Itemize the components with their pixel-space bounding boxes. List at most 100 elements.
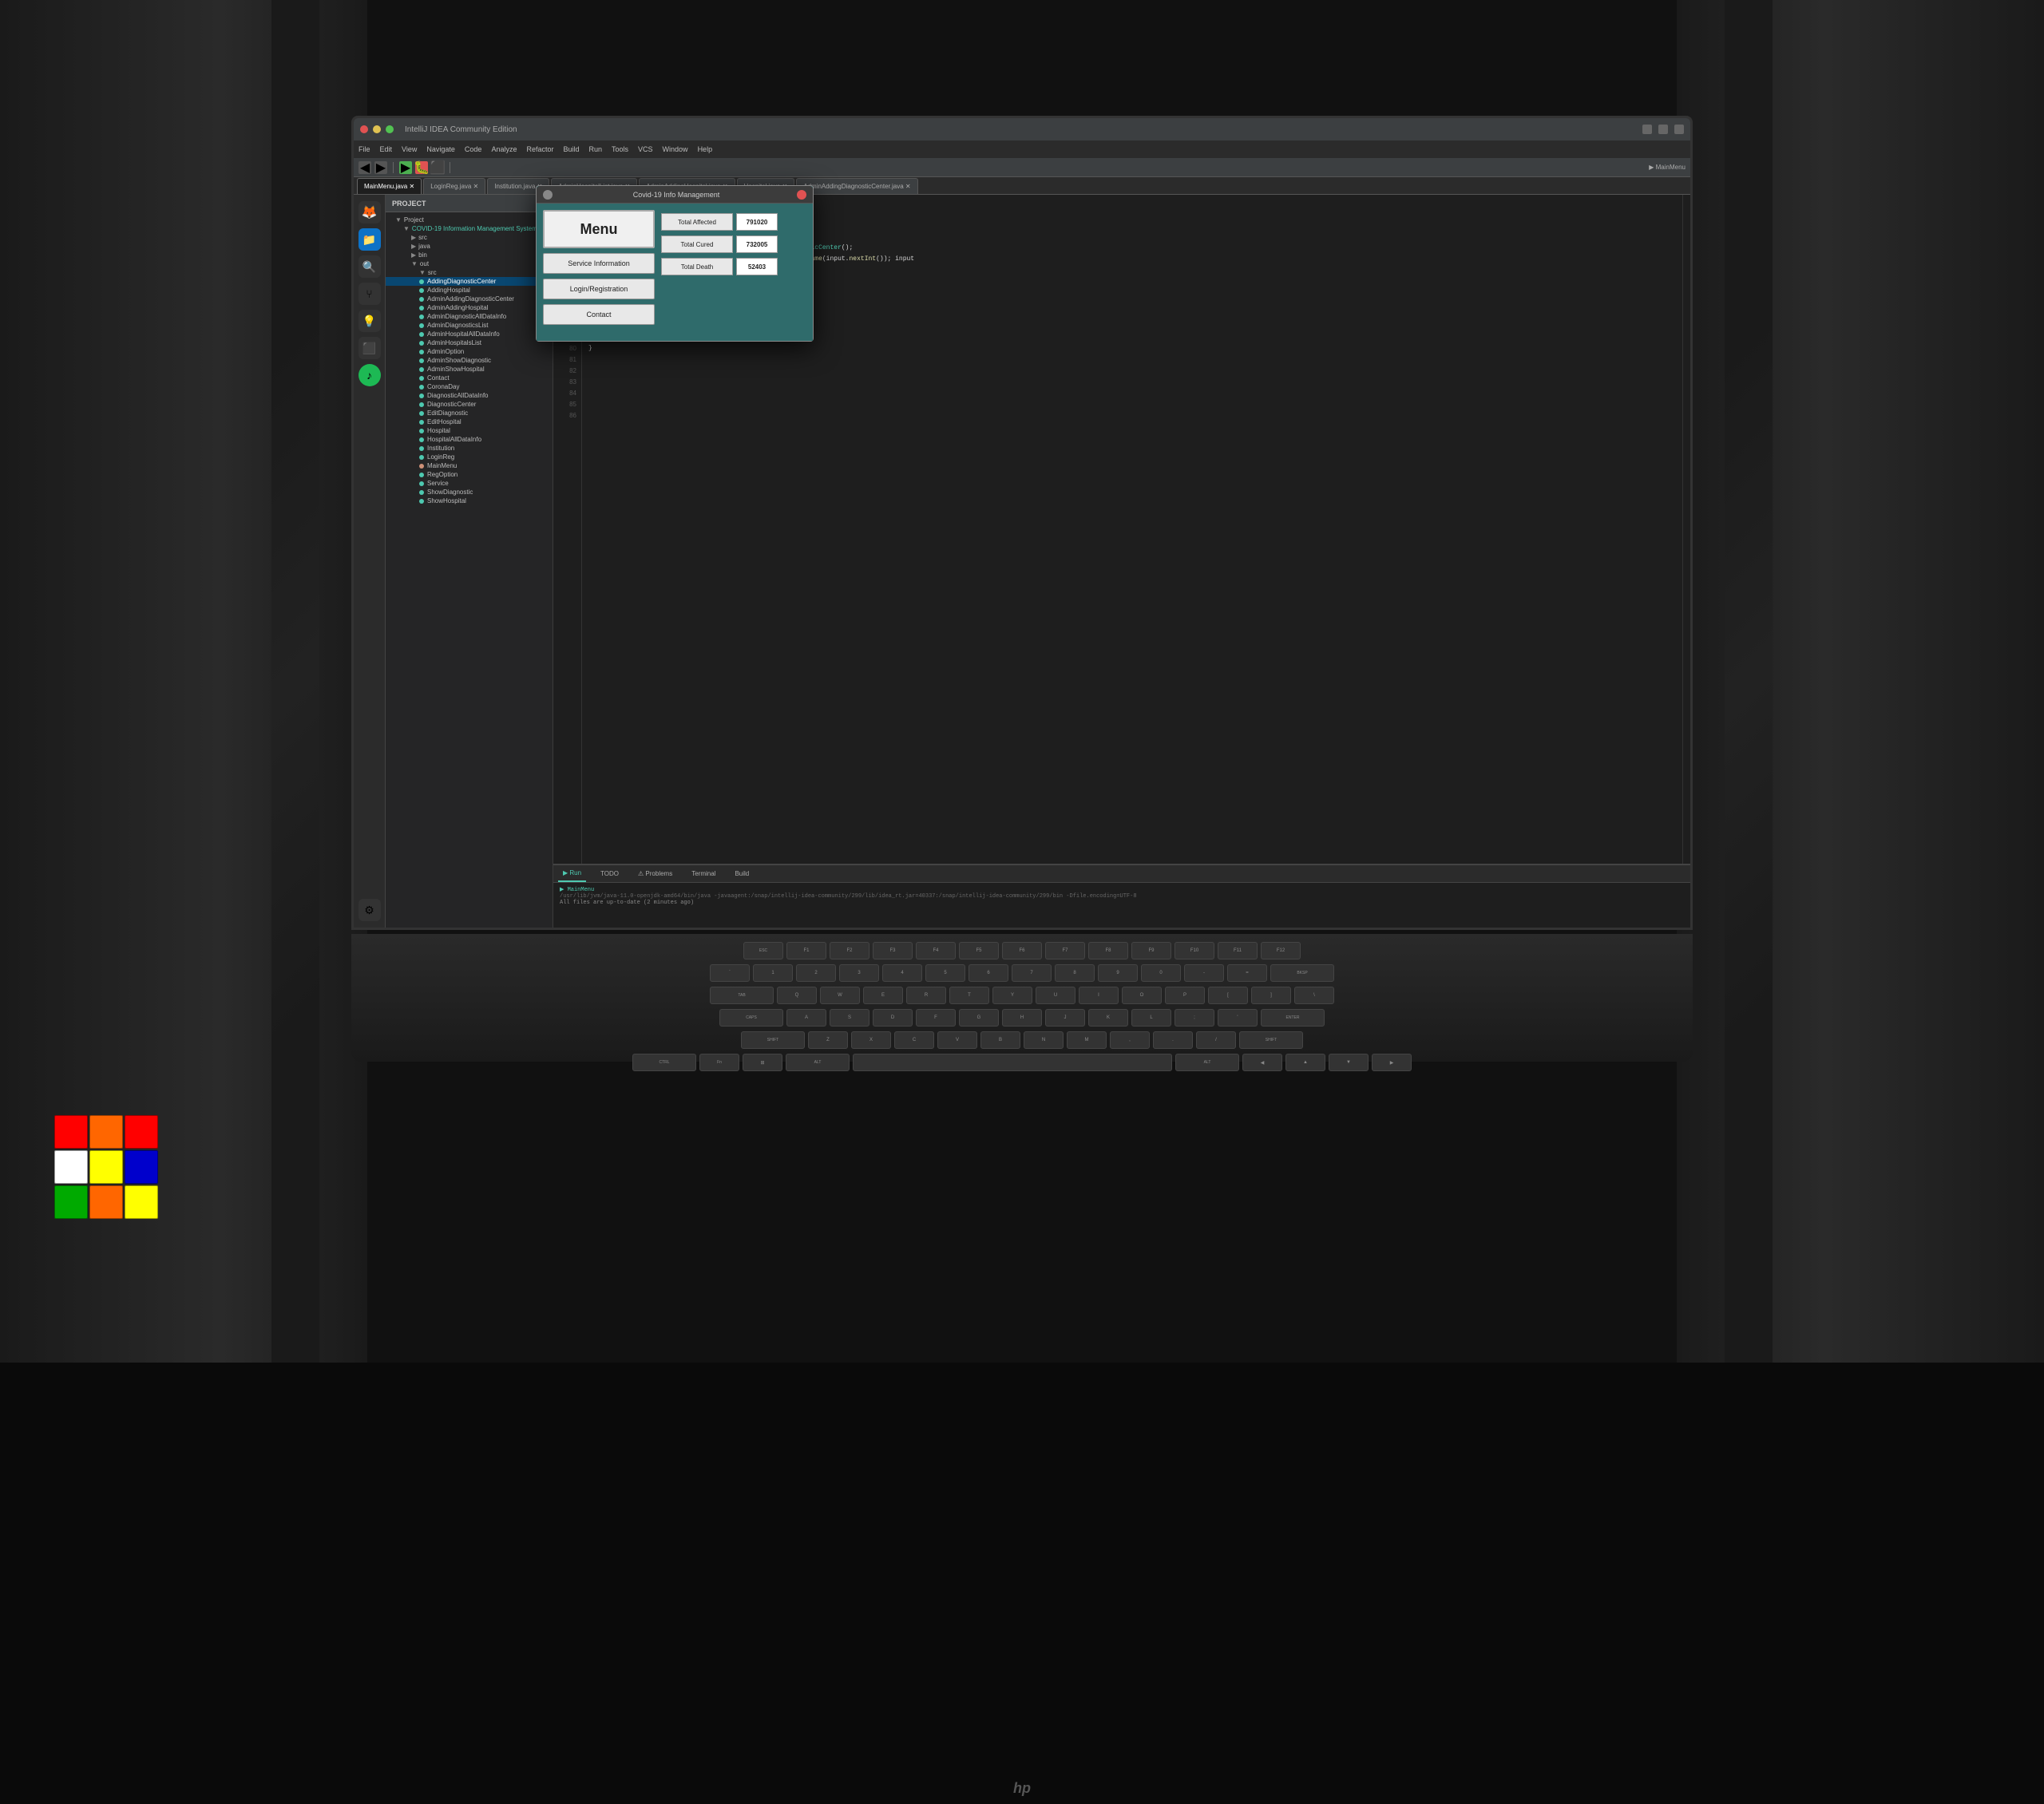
app-close-btn[interactable] [797,190,806,200]
key-w[interactable]: W [820,987,860,1004]
tree-regoption[interactable]: RegOption [386,470,553,479]
key-2[interactable]: 2 [796,964,836,982]
tree-out[interactable]: ▼out [386,259,553,268]
menu-refactor[interactable]: Refactor [526,145,553,153]
tree-hospital[interactable]: Hospital [386,426,553,435]
tree-contact[interactable]: Contact [386,374,553,382]
key-6[interactable]: 6 [969,964,1008,982]
contact-button[interactable]: Contact [543,304,655,325]
tree-out-src[interactable]: ▼src [386,268,553,277]
tree-showdiag[interactable]: ShowDiagnostic [386,488,553,496]
toolbar-run[interactable]: ▶ [399,161,412,174]
key-backtick[interactable]: ` [710,964,750,982]
key-z[interactable]: Z [808,1031,848,1049]
tree-admindiaglist[interactable]: AdminDiagnosticsList [386,321,553,330]
tab-mainmenu[interactable]: MainMenu.java ✕ [357,178,422,194]
key-left[interactable]: ◀ [1242,1054,1282,1071]
tab-loginreg[interactable]: LoginReg.java ✕ [423,178,485,194]
editor-scrollbar[interactable] [1682,195,1690,864]
activity-intellij[interactable]: 💡 [358,310,381,332]
tree-adminshowdiag[interactable]: AdminShowDiagnostic [386,356,553,365]
key-d[interactable]: D [873,1009,913,1027]
tree-editdiag[interactable]: EditDiagnostic [386,409,553,417]
key-backslash[interactable]: \ [1294,987,1334,1004]
activity-terminal[interactable]: ⬛ [358,337,381,359]
tree-diagcenter[interactable]: DiagnosticCenter [386,400,553,409]
key-fn[interactable]: Fn [699,1054,739,1071]
tree-adminhosplist[interactable]: AdminHospitalsList [386,338,553,347]
tab-adminaddingdiag[interactable]: AdminAddingDiagnosticCenter.java ✕ [796,178,917,194]
key-f9[interactable]: F9 [1131,942,1171,959]
project-selector[interactable]: ▶ MainMenu [1649,164,1686,171]
key-a[interactable]: A [786,1009,826,1027]
tree-adminshowhospital[interactable]: AdminShowHospital [386,365,553,374]
key-ctrl[interactable]: CTRL [632,1054,696,1071]
key-h[interactable]: H [1002,1009,1042,1027]
key-f7[interactable]: F7 [1045,942,1085,959]
app-minimize-btn[interactable] [543,190,553,200]
menu-build[interactable]: Build [563,145,579,153]
activity-project[interactable]: 📁 [358,228,381,251]
key-g[interactable]: G [959,1009,999,1027]
key-0[interactable]: 0 [1141,964,1181,982]
key-backspace[interactable]: BKSP [1270,964,1334,982]
close-dot[interactable] [360,125,368,133]
menu-run[interactable]: Run [589,145,603,153]
toolbar-stop[interactable]: ⬛ [431,161,444,174]
tree-service[interactable]: Service [386,479,553,488]
key-f11[interactable]: F11 [1218,942,1258,959]
key-right[interactable]: ▶ [1372,1054,1412,1071]
key-f1[interactable]: F1 [786,942,826,959]
tree-mainmenu[interactable]: MainMenu [386,461,553,470]
key-v[interactable]: V [937,1031,977,1049]
key-comma[interactable]: , [1110,1031,1150,1049]
key-x[interactable]: X [851,1031,891,1049]
menu-vcs[interactable]: VCS [638,145,653,153]
key-caps[interactable]: CAPS [719,1009,783,1027]
key-esc[interactable]: ESC [743,942,783,959]
key-rbracket[interactable]: ] [1251,987,1291,1004]
key-s[interactable]: S [830,1009,869,1027]
activity-spotify[interactable]: ♪ [358,364,381,386]
key-f8[interactable]: F8 [1088,942,1128,959]
key-q[interactable]: Q [777,987,817,1004]
key-alt[interactable]: ALT [786,1054,850,1071]
tree-diagdata[interactable]: DiagnosticAllDataInfo [386,391,553,400]
menu-view[interactable]: View [402,145,417,153]
key-u[interactable]: U [1036,987,1075,1004]
tree-admindiagdata[interactable]: AdminDiagnosticAllDataInfo [386,312,553,321]
tree-adminaddingdiag[interactable]: AdminAddingDiagnosticCenter [386,295,553,303]
tree-institution[interactable]: Institution [386,444,553,453]
menu-tools[interactable]: Tools [612,145,628,153]
tree-loginreg[interactable]: LoginReg [386,453,553,461]
max-dot[interactable] [386,125,394,133]
run-tab-run[interactable]: ▶ Run [558,865,586,882]
activity-firefox[interactable]: 🦊 [358,201,381,224]
tree-project[interactable]: ▼Project [386,216,553,224]
key-f5[interactable]: F5 [959,942,999,959]
tree-adminhospdata[interactable]: AdminHospitalAllDataInfo [386,330,553,338]
activity-vcs[interactable]: ⑂ [358,283,381,305]
run-tab-todo[interactable]: TODO [596,865,624,882]
key-f3[interactable]: F3 [873,942,913,959]
key-8[interactable]: 8 [1055,964,1095,982]
menu-navigate[interactable]: Navigate [426,145,455,153]
toolbar-forward[interactable]: ▶ [374,161,387,174]
key-semicolon[interactable]: ; [1175,1009,1214,1027]
tree-addinghospital[interactable]: AddingHospital [386,286,553,295]
key-p[interactable]: P [1165,987,1205,1004]
key-lshift[interactable]: SHIFT [741,1031,805,1049]
key-r[interactable]: R [906,987,946,1004]
key-1[interactable]: 1 [753,964,793,982]
key-c[interactable]: C [894,1031,934,1049]
menu-code[interactable]: Code [465,145,482,153]
login-registration-button[interactable]: Login/Registration [543,279,655,299]
key-f12[interactable]: F12 [1261,942,1301,959]
key-3[interactable]: 3 [839,964,879,982]
menu-window[interactable]: Window [663,145,688,153]
key-minus[interactable]: - [1184,964,1224,982]
key-j[interactable]: J [1045,1009,1085,1027]
toolbar-debug[interactable]: 🐛 [415,161,428,174]
key-b[interactable]: B [980,1031,1020,1049]
key-equals[interactable]: = [1227,964,1267,982]
